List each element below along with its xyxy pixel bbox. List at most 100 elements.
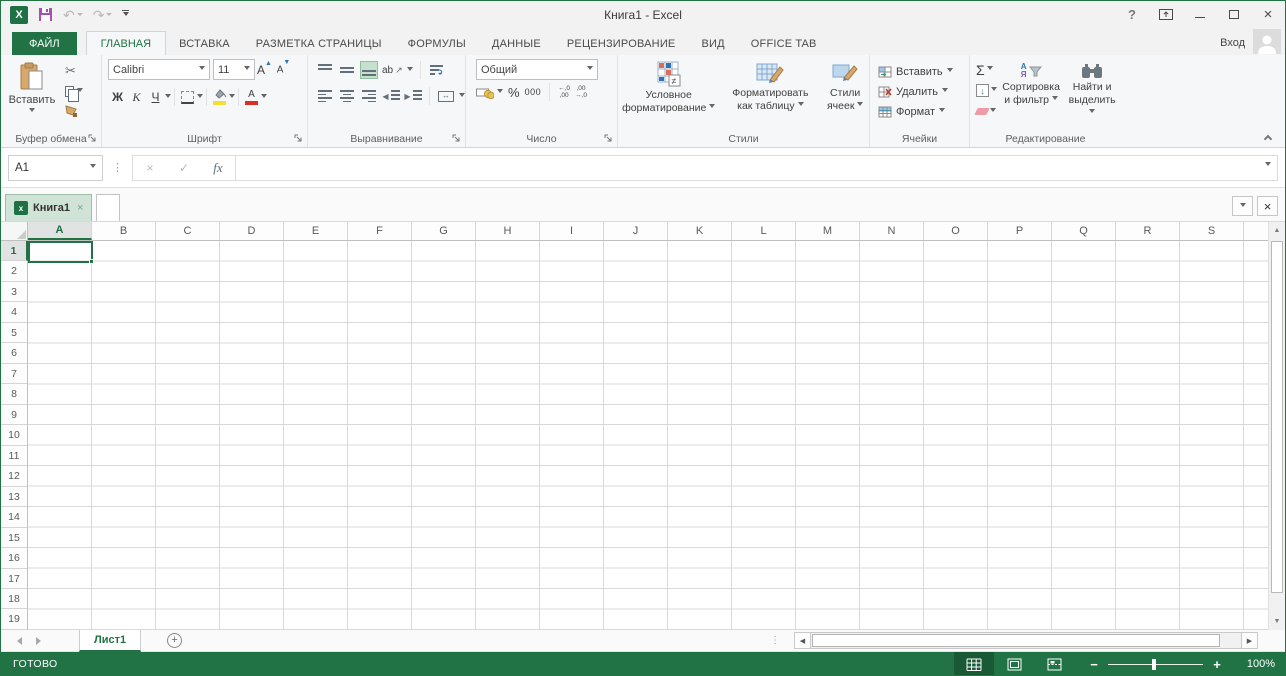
font-dialog-launcher[interactable] — [294, 134, 304, 144]
avatar[interactable] — [1253, 29, 1281, 54]
row-header[interactable]: 11 — [1, 446, 27, 466]
row-header[interactable]: 4 — [1, 302, 27, 322]
bold-button[interactable]: Ж — [108, 87, 127, 107]
redo-button[interactable]: ↷ — [93, 8, 113, 22]
splitter-dots[interactable]: ⋮ — [770, 635, 780, 646]
row-header[interactable]: 9 — [1, 405, 27, 425]
font-color-caret-icon[interactable] — [261, 94, 267, 101]
align-right-button[interactable] — [360, 87, 378, 105]
cell-styles-button[interactable]: Стили ячеек — [823, 59, 867, 131]
column-header[interactable]: E — [284, 222, 348, 240]
align-left-button[interactable] — [316, 87, 334, 105]
tab-file[interactable]: ФАЙЛ — [12, 32, 77, 55]
horizontal-scroll-thumb[interactable] — [812, 634, 1220, 647]
sort-filter-button[interactable]: АЯ Сортировка и фильтр — [1001, 59, 1061, 131]
decrease-indent-button[interactable]: ◀ — [382, 87, 400, 105]
copy-button[interactable] — [65, 84, 83, 98]
column-header[interactable]: G — [412, 222, 476, 240]
row-header[interactable]: 3 — [1, 282, 27, 302]
decrease-decimal-button[interactable]: ,00→,0 — [575, 85, 587, 99]
normal-view-button[interactable] — [954, 652, 994, 676]
zoom-percentage[interactable]: 100% — [1231, 658, 1275, 670]
sign-in-link[interactable]: Вход — [1220, 37, 1245, 49]
scroll-left-button[interactable]: ◀ — [794, 632, 811, 649]
collapse-ribbon-button[interactable] — [1265, 133, 1273, 141]
ribbon-tab[interactable]: OFFICE TAB — [738, 32, 830, 55]
format-painter-button[interactable] — [65, 104, 83, 118]
formula-input[interactable] — [236, 155, 1278, 181]
column-header[interactable]: D — [220, 222, 284, 240]
clipboard-dialog-launcher[interactable] — [88, 134, 98, 144]
row-header-selected[interactable]: 1 — [1, 241, 28, 261]
minimize-button[interactable] — [1183, 1, 1217, 28]
name-box[interactable]: A1 — [8, 155, 103, 181]
number-dialog-launcher[interactable] — [604, 134, 614, 144]
document-tabs-close-button[interactable]: × — [1257, 196, 1278, 216]
tab-home-active[interactable]: ГЛАВНАЯ — [86, 31, 166, 55]
column-header[interactable]: I — [540, 222, 604, 240]
format-as-table-button[interactable]: Форматировать как таблицу — [723, 59, 817, 131]
page-layout-view-button[interactable] — [994, 652, 1034, 676]
column-header[interactable]: L — [732, 222, 796, 240]
shrink-font-button[interactable]: А▼ — [274, 60, 293, 80]
horizontal-scroll-track[interactable] — [811, 632, 1241, 649]
column-header-selected[interactable]: A — [28, 222, 92, 240]
previous-sheet-button[interactable] — [17, 637, 22, 645]
find-select-button[interactable]: Найти и выделить — [1065, 59, 1119, 131]
horizontal-scrollbar[interactable]: ◀ ▶ — [794, 632, 1258, 649]
paste-button[interactable]: Вставить — [3, 59, 61, 131]
alignment-dialog-launcher[interactable] — [452, 134, 462, 144]
increase-indent-button[interactable]: ▶ — [404, 87, 422, 105]
ribbon-display-options-button[interactable] — [1149, 1, 1183, 28]
column-header[interactable]: R — [1116, 222, 1180, 240]
row-header[interactable]: 6 — [1, 343, 27, 363]
name-box-caret-icon[interactable] — [90, 164, 96, 171]
column-header[interactable]: S — [1180, 222, 1244, 240]
wrap-text-button[interactable] — [428, 61, 446, 79]
next-sheet-button[interactable] — [36, 637, 41, 645]
zoom-in-button[interactable]: + — [1211, 657, 1223, 672]
font-color-button[interactable]: А — [242, 87, 261, 107]
number-format-select[interactable]: Общий — [476, 59, 598, 80]
font-size-select[interactable]: 11 — [213, 59, 255, 80]
column-header[interactable]: F — [348, 222, 412, 240]
row-header[interactable]: 13 — [1, 487, 27, 507]
percent-style-button[interactable]: % — [508, 85, 520, 100]
new-document-tab[interactable] — [96, 194, 120, 221]
align-center-button[interactable] — [338, 87, 356, 105]
delete-cells-button[interactable]: Удалить — [878, 83, 948, 100]
grow-font-button[interactable]: А▲ — [255, 60, 274, 80]
fill-button[interactable]: ↓ — [976, 82, 997, 99]
vertical-scrollbar[interactable]: ▲ ▼ — [1268, 222, 1285, 630]
column-header[interactable]: O — [924, 222, 988, 240]
document-tab-close-icon[interactable]: × — [77, 202, 83, 214]
underline-caret-icon[interactable] — [165, 94, 171, 101]
row-header[interactable]: 8 — [1, 384, 27, 404]
close-button[interactable]: × — [1251, 1, 1285, 28]
clear-button[interactable] — [976, 103, 997, 120]
ribbon-tab[interactable]: РАЗМЕТКА СТРАНИЦЫ — [243, 32, 395, 55]
accounting-format-button[interactable] — [476, 85, 503, 99]
align-top-button[interactable] — [316, 61, 334, 79]
ribbon-tab[interactable]: ВСТАВКА — [166, 32, 243, 55]
row-header[interactable]: 15 — [1, 528, 27, 548]
excel-logo-icon[interactable]: X — [10, 6, 28, 24]
fill-handle[interactable] — [89, 259, 94, 264]
column-header[interactable]: M — [796, 222, 860, 240]
undo-button[interactable]: ↶ — [63, 8, 83, 22]
align-bottom-button-selected[interactable] — [360, 61, 378, 79]
merge-center-button[interactable]: ↔ — [437, 87, 455, 105]
increase-decimal-button[interactable]: ←,0,00 — [558, 85, 570, 99]
column-header[interactable]: Q — [1052, 222, 1116, 240]
align-middle-button[interactable] — [338, 61, 356, 79]
redo-caret-icon[interactable] — [106, 13, 112, 19]
row-header[interactable]: 5 — [1, 323, 27, 343]
zoom-out-button[interactable]: − — [1088, 657, 1100, 672]
row-header[interactable]: 19 — [1, 609, 27, 629]
autosum-button[interactable]: Σ — [976, 61, 997, 78]
borders-button[interactable] — [178, 87, 197, 107]
select-all-corner[interactable] — [1, 222, 28, 240]
orientation-caret-icon[interactable] — [407, 67, 413, 74]
row-header[interactable]: 14 — [1, 507, 27, 527]
cut-button[interactable]: ✂ — [65, 64, 83, 78]
